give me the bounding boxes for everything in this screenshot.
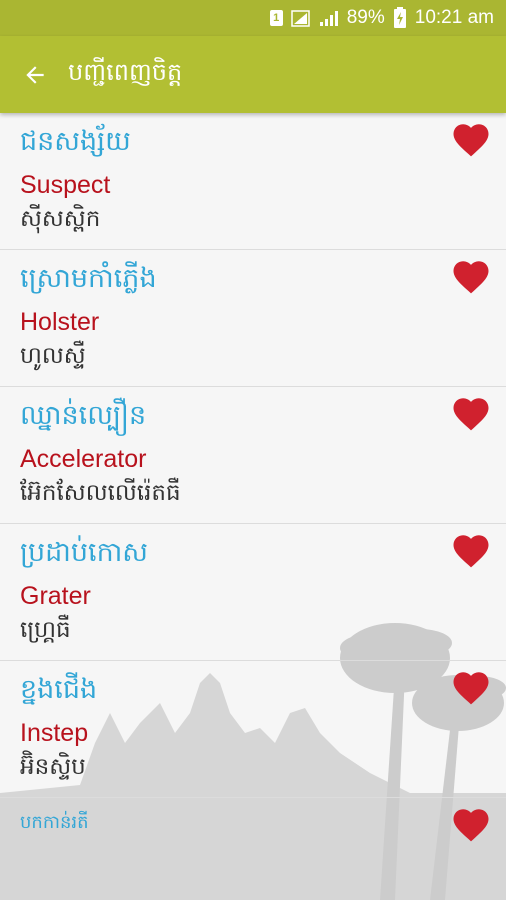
heart-icon[interactable] — [450, 393, 492, 435]
transliteration: ហូលស្ទឺ — [20, 343, 86, 369]
list-item[interactable]: ជនសង្ស័យ Suspect ស៊ីសស្ពិក — [0, 113, 506, 250]
sim-icon: 1 — [269, 10, 283, 26]
heart-icon[interactable] — [450, 530, 492, 572]
transliteration: អ៊ែកសែលលើរ៉េតធឺ — [20, 480, 181, 506]
back-button[interactable] — [0, 36, 70, 113]
english-word: Grater — [20, 582, 91, 610]
page-title: បញ្ជីពេញចិត្ត — [68, 58, 183, 86]
battery-percent: 89% — [346, 7, 385, 28]
battery-charging-icon — [393, 7, 406, 28]
status-bar: 1 89% 10:21 am — [0, 0, 506, 36]
heart-icon[interactable] — [450, 119, 492, 161]
app-bar: បញ្ជីពេញចិត្ត — [0, 36, 506, 113]
heart-icon[interactable] — [450, 667, 492, 709]
list-item[interactable]: ឈ្នាន់ល្បឿន Accelerator អ៊ែកសែលលើរ៉េតធឺ — [0, 387, 506, 524]
list-item[interactable]: ស្រោមកាំភ្លើង Holster ហូលស្ទឺ — [0, 250, 506, 387]
transliteration: ហ្គ្រេធឺ — [20, 617, 71, 643]
clock: 10:21 am — [414, 7, 494, 28]
wifi-signal-icon — [290, 10, 310, 27]
khmer-word: ប្រដាប់កោស — [20, 537, 149, 568]
khmer-word: ឈ្នាន់ល្បឿន — [20, 400, 147, 431]
english-word: Instep — [20, 719, 89, 747]
khmer-word: ខ្នងជើង — [20, 674, 98, 705]
favorites-list[interactable]: ជនសង្ស័យ Suspect ស៊ីសស្ពិក ស្រោមកាំភ្លើង… — [0, 113, 506, 900]
transliteration: អ៊ិនស្ទិប — [20, 754, 86, 780]
khmer-word: បកកាន់រតី — [20, 812, 89, 833]
cell-signal-icon — [319, 11, 338, 26]
khmer-word: ជនសង្ស័យ — [20, 126, 131, 157]
list-item[interactable]: ខ្នងជើង Instep អ៊ិនស្ទិប — [0, 661, 506, 798]
transliteration: ស៊ីសស្ពិក — [20, 206, 101, 232]
english-word: Suspect — [20, 171, 111, 199]
arrow-left-icon — [26, 65, 44, 84]
list-item[interactable]: ប្រដាប់កោស Grater ហ្គ្រេធឺ — [0, 524, 506, 661]
heart-icon[interactable] — [450, 804, 492, 846]
list-item[interactable]: បកកាន់រតី — [0, 798, 506, 900]
khmer-word: ស្រោមកាំភ្លើង — [20, 263, 157, 294]
english-word: Holster — [20, 308, 100, 336]
heart-icon[interactable] — [450, 256, 492, 298]
english-word: Accelerator — [20, 445, 147, 473]
